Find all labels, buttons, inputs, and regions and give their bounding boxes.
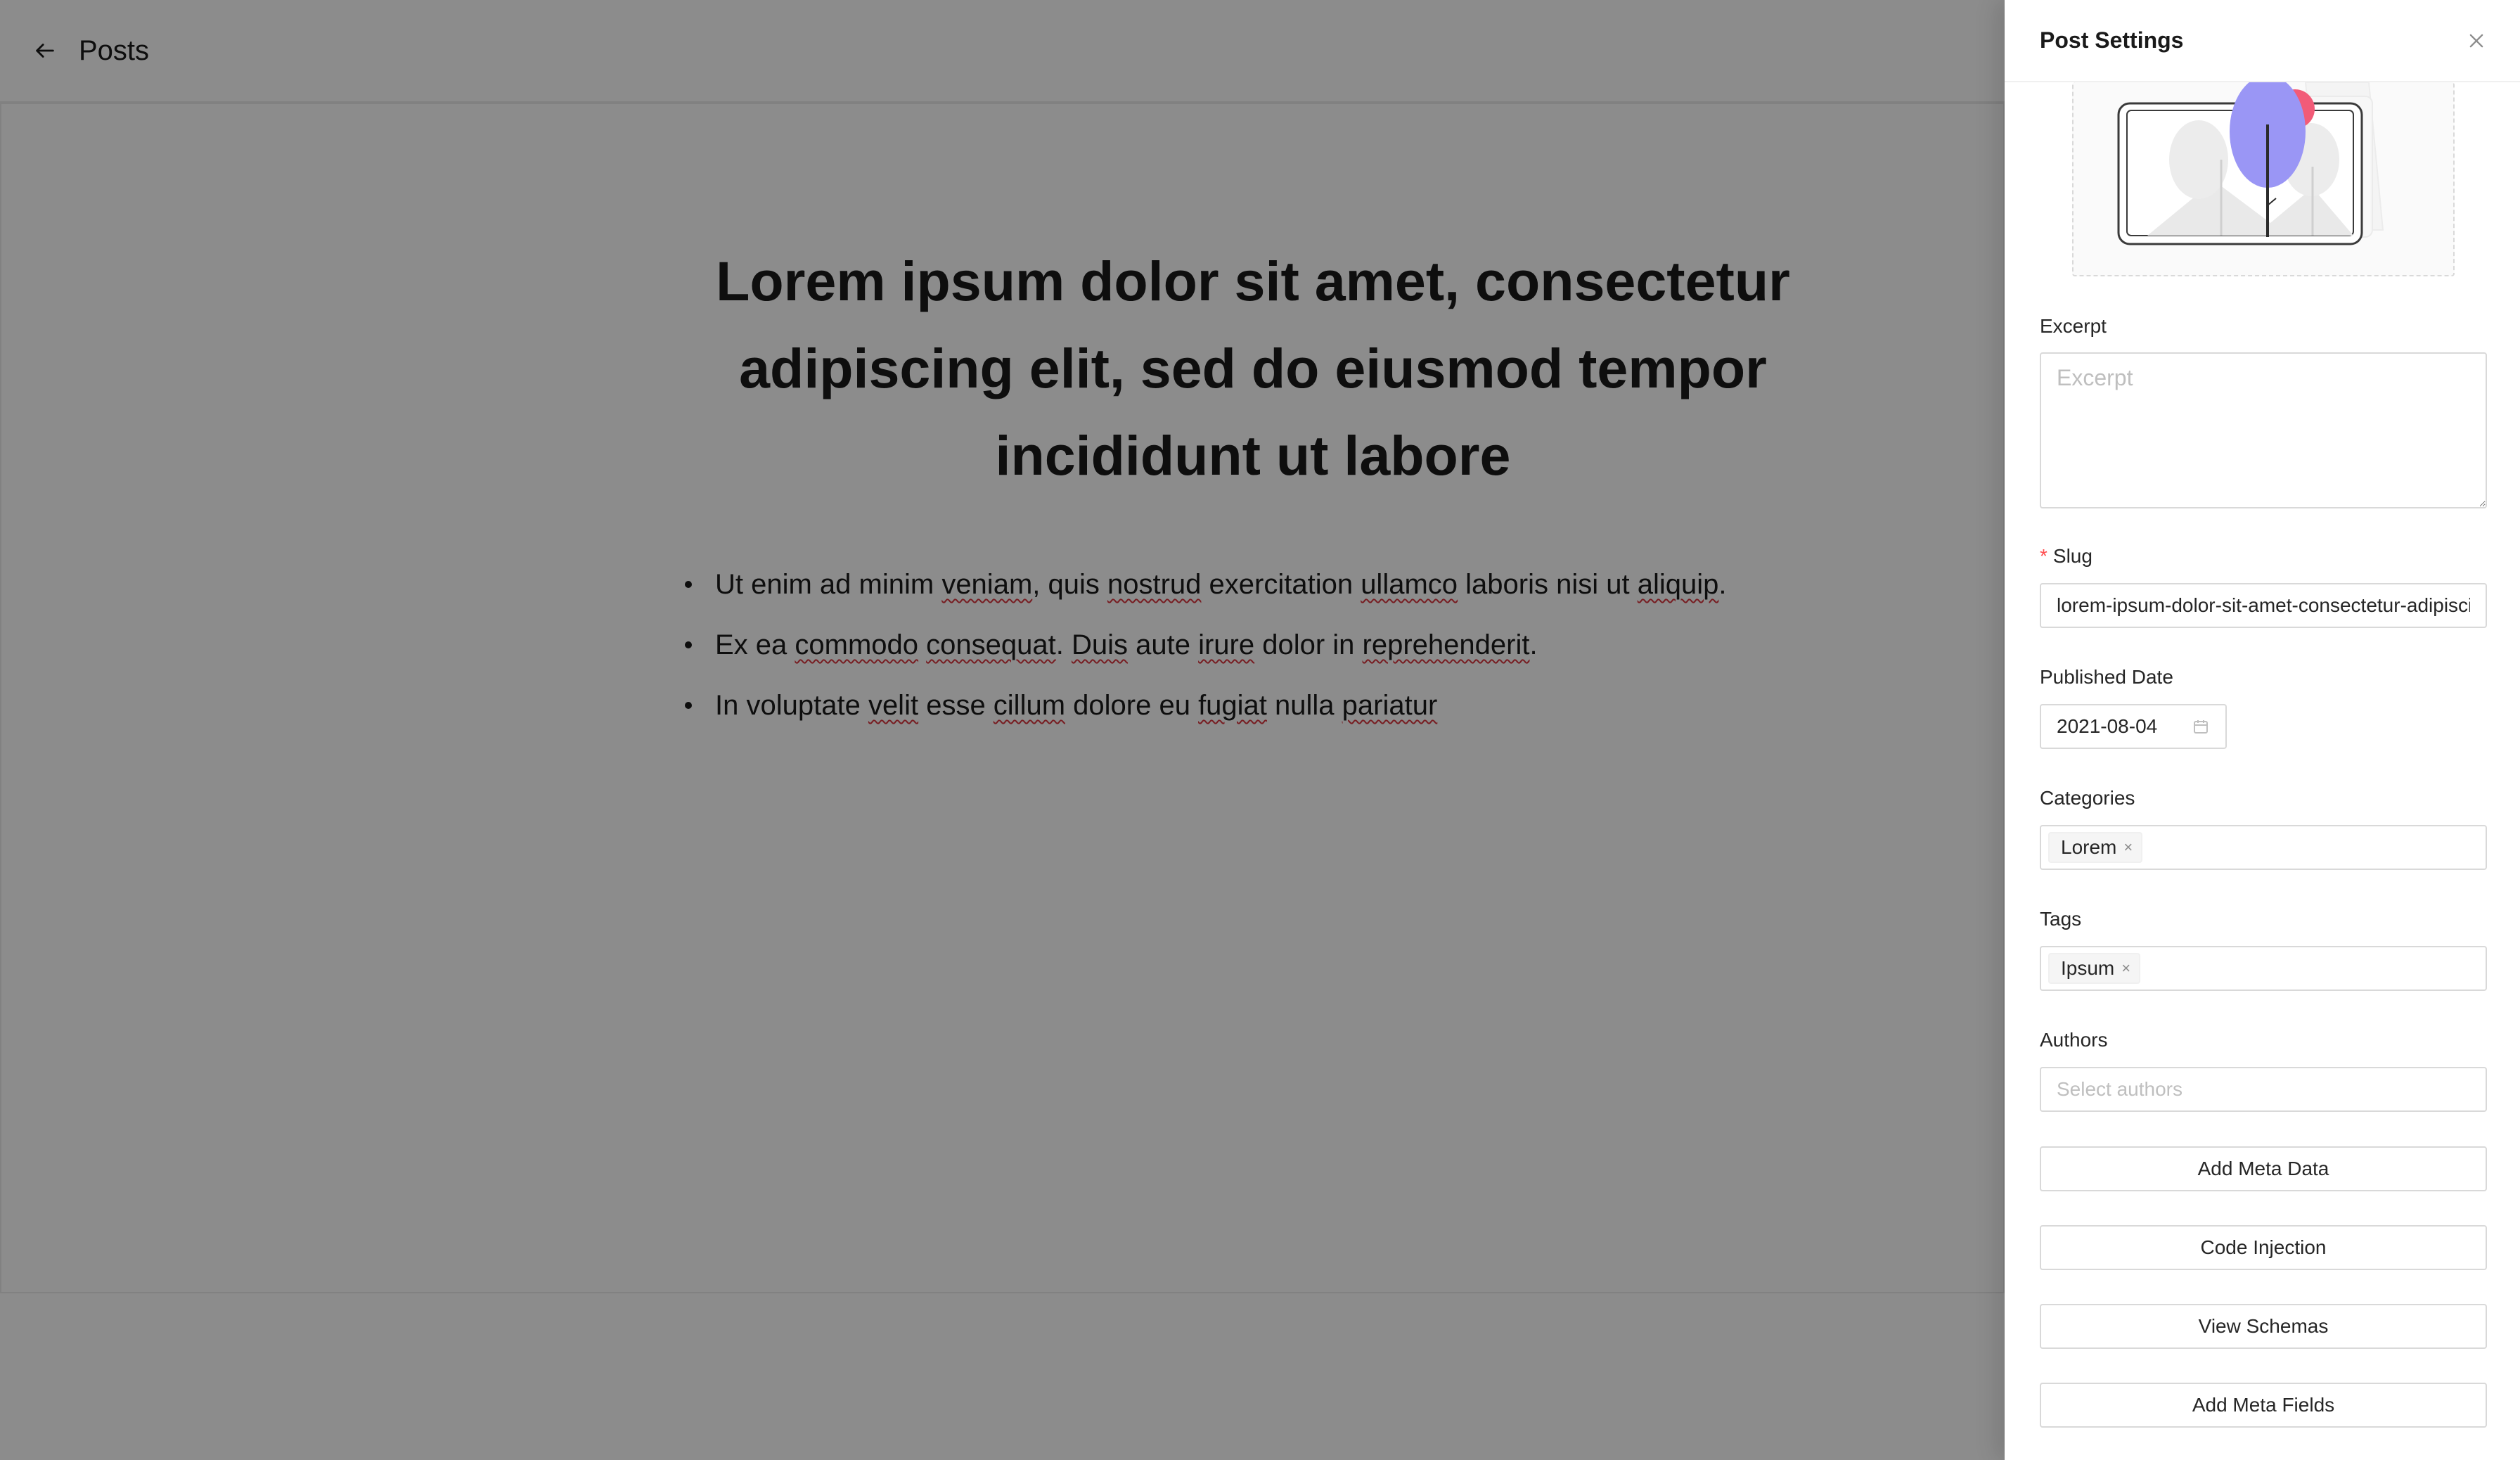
excerpt-label: Excerpt	[2040, 315, 2107, 337]
drawer-title: Post Settings	[2040, 27, 2184, 53]
slug-input[interactable]	[2040, 583, 2487, 628]
feature-image-illustration	[2117, 75, 2384, 245]
tags-select[interactable]: Ipsum ×	[2040, 946, 2487, 991]
tags-label: Tags	[2040, 908, 2082, 930]
calendar-icon	[2192, 717, 2210, 736]
close-icon[interactable]	[2461, 25, 2492, 56]
authors-label: Authors	[2040, 1029, 2108, 1051]
post-settings-drawer: Post Settings Excerpt Excerpt * Slug lor…	[2005, 0, 2520, 1460]
remove-tag-icon[interactable]: ×	[2121, 961, 2130, 976]
authors-select[interactable]: Select authors	[2040, 1067, 2487, 1112]
drawer-body: Excerpt *Slug Published Date 2021-08-04 …	[2040, 75, 2487, 1460]
published-date-value: 2021-08-04	[2057, 715, 2158, 737]
published-date-label: Published Date	[2040, 666, 2173, 688]
category-tag-lorem: Lorem ×	[2048, 832, 2143, 863]
excerpt-textarea[interactable]	[2040, 352, 2487, 508]
published-date-picker[interactable]: 2021-08-04	[2040, 704, 2227, 749]
tag-chip-label: Ipsum	[2061, 957, 2115, 979]
drawer-header: Post Settings	[2005, 0, 2520, 82]
categories-label: Categories	[2040, 787, 2135, 809]
authors-placeholder: Select authors	[2057, 1078, 2182, 1100]
required-mark: *	[2040, 545, 2048, 567]
add-meta-data-button[interactable]: Add Meta Data	[2040, 1146, 2487, 1191]
code-injection-button[interactable]: Code Injection	[2040, 1225, 2487, 1270]
slug-label: * Slug	[2040, 545, 2092, 568]
slug-label-text: Slug	[2052, 545, 2092, 567]
view-schemas-button[interactable]: View Schemas	[2040, 1304, 2487, 1349]
feature-image-upload[interactable]	[2072, 75, 2455, 276]
tag-chip-ipsum: Ipsum ×	[2048, 953, 2141, 984]
category-tag-label: Lorem	[2061, 836, 2117, 858]
categories-select[interactable]: Lorem ×	[2040, 825, 2487, 870]
add-meta-fields-button[interactable]: Add Meta Fields	[2040, 1383, 2487, 1428]
remove-category-icon[interactable]: ×	[2123, 840, 2133, 855]
